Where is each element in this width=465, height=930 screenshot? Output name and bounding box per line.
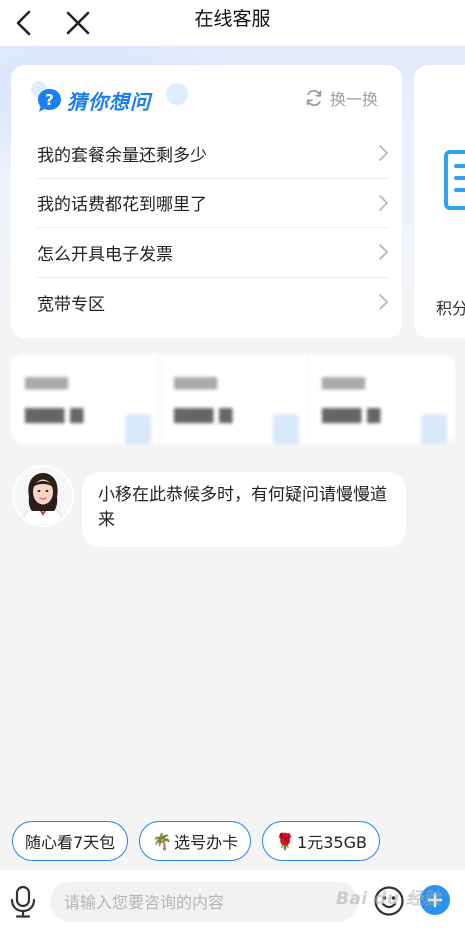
chip-label: 随心看7天包 bbox=[25, 833, 116, 852]
stat-value-blurred: ▆▆▆ ▆ bbox=[322, 404, 381, 424]
question-bubble-icon: ? bbox=[38, 88, 61, 112]
stat-label-blurred: ▆▆▆▆ bbox=[174, 374, 218, 390]
agent-avatar[interactable] bbox=[12, 465, 74, 527]
agent-message-bubble: 小移在此恭候多时，有何疑问请慢慢道来 bbox=[82, 472, 406, 547]
more-options-button[interactable] bbox=[420, 885, 450, 915]
question-list: 我的套餐余量还剩多少 我的话费都花到哪里了 怎么开具电子发票 宽带专区 bbox=[37, 129, 389, 327]
chip-data-plan[interactable]: 🌹 1元35GB bbox=[262, 821, 380, 861]
chevron-right-icon bbox=[379, 194, 388, 211]
rose-icon: 🌹 bbox=[275, 831, 296, 851]
question-text: 怎么开具电子发票 bbox=[37, 244, 173, 265]
stat-item: ▆▆▆▆ ▆▆▆ ▆ bbox=[307, 354, 455, 444]
header-bar: 在线客服 bbox=[0, 0, 465, 46]
agent-message-text: 小移在此恭候多时，有何疑问请慢慢道来 bbox=[98, 485, 387, 530]
emoji-smile-icon[interactable] bbox=[373, 885, 405, 917]
stat-value-blurred: ▆▆▆ ▆ bbox=[174, 404, 233, 424]
chevron-right-icon bbox=[379, 294, 388, 311]
refresh-icon bbox=[306, 90, 322, 106]
stat-icon bbox=[273, 414, 299, 444]
refresh-label: 换一换 bbox=[329, 90, 378, 109]
stat-icon bbox=[421, 414, 447, 444]
stat-item: ▆▆▆▆ ▆▆▆ ▆ bbox=[11, 354, 159, 444]
agent-portrait bbox=[14, 467, 72, 525]
account-stats-panel[interactable]: ▆▆▆▆ ▆▆▆ ▆ ▆▆▆▆ ▆▆▆ ▆ ▆▆▆▆ ▆▆▆ ▆ bbox=[11, 354, 455, 444]
question-item[interactable]: 我的话费都花到哪里了 bbox=[37, 179, 389, 228]
plus-icon bbox=[427, 892, 443, 908]
chip-video-pack[interactable]: 随心看7天包 bbox=[12, 821, 129, 861]
question-text: 宽带专区 bbox=[37, 294, 105, 315]
chevron-right-icon bbox=[379, 244, 388, 261]
guess-questions-card: ? 猜你想问 换一换 我的套餐余量还剩多少 我的话费都花到哪里了 怎么开具电子发… bbox=[11, 65, 402, 338]
points-card[interactable]: 积分 bbox=[414, 65, 465, 338]
question-item[interactable]: 宽带专区 bbox=[37, 278, 389, 328]
palm-tree-icon: 🌴 bbox=[152, 831, 173, 851]
guess-title: 猜你想问 bbox=[67, 89, 151, 114]
chip-label: 1元35GB bbox=[297, 833, 367, 852]
guess-header: ? 猜你想问 bbox=[36, 85, 151, 115]
question-text: 我的话费都花到哪里了 bbox=[37, 195, 207, 216]
points-list-icon bbox=[444, 150, 465, 210]
microphone-icon[interactable] bbox=[8, 884, 38, 918]
question-item[interactable]: 我的套餐余量还剩多少 bbox=[37, 129, 389, 179]
stat-value-blurred: ▆▆▆ ▆ bbox=[25, 404, 84, 424]
chip-choose-number[interactable]: 🌴 选号办卡 bbox=[139, 821, 252, 861]
message-input[interactable] bbox=[50, 882, 358, 922]
question-item[interactable]: 怎么开具电子发票 bbox=[37, 228, 389, 278]
decorative-dot bbox=[166, 83, 188, 105]
refresh-button[interactable]: 换一换 bbox=[304, 85, 378, 111]
stat-item: ▆▆▆▆ ▆▆▆ ▆ bbox=[159, 354, 307, 444]
stat-label-blurred: ▆▆▆▆ bbox=[25, 374, 69, 390]
chevron-right-icon bbox=[379, 145, 388, 162]
stat-icon bbox=[125, 414, 151, 444]
stat-label-blurred: ▆▆▆▆ bbox=[322, 374, 366, 390]
chip-label: 选号办卡 bbox=[174, 833, 239, 852]
svg-text:?: ? bbox=[45, 91, 54, 109]
input-bar bbox=[0, 870, 465, 930]
page-title: 在线客服 bbox=[194, 8, 271, 30]
quick-reply-chips: 随心看7天包 🌴 选号办卡 🌹 1元35GB bbox=[12, 821, 380, 861]
points-label: 积分 bbox=[436, 299, 465, 318]
question-text: 我的套餐余量还剩多少 bbox=[37, 145, 207, 166]
